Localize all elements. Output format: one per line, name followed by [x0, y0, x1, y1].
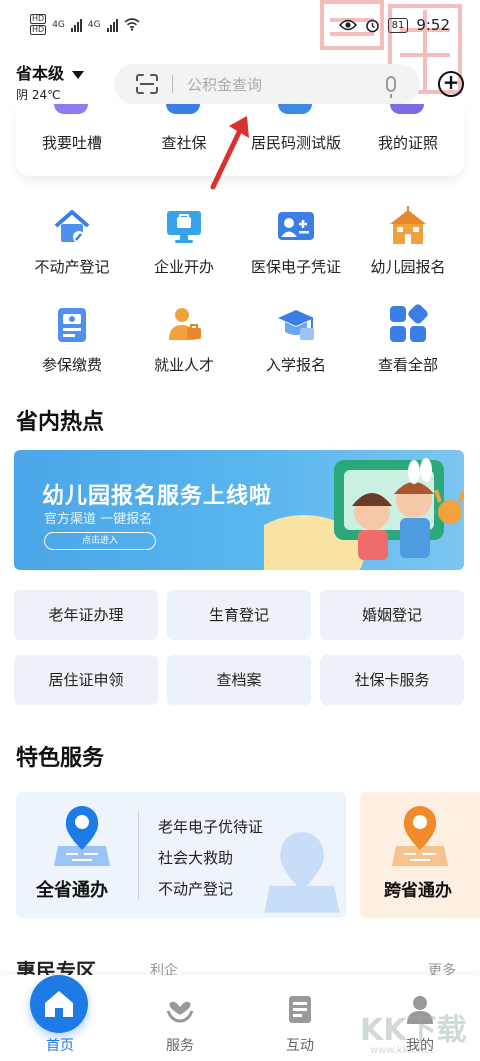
house-icon [52, 206, 92, 246]
tab-label: 首页 [46, 1038, 74, 1054]
hot-button-social-card[interactable]: 社保卡服务 [320, 655, 464, 705]
province-service-item[interactable]: 老年电子优待证 [158, 816, 263, 837]
scan-icon[interactable] [136, 74, 158, 94]
status-left: HD HD 4G 4G [30, 14, 140, 35]
cross-province-card[interactable]: 跨省通办 [360, 792, 480, 918]
search-bar[interactable]: 公积金查询 [114, 64, 420, 104]
service-label: 幼儿园报名 [370, 258, 446, 276]
microphone-icon[interactable] [386, 76, 396, 98]
banner-enter-button[interactable]: 点击进入 [44, 532, 156, 550]
battery-icon: 81 [387, 17, 409, 33]
caret-down-icon [72, 70, 85, 79]
hot-button-archive[interactable]: 查档案 [167, 655, 311, 705]
banner-subtitle: 官方渠道 一键报名 [44, 512, 153, 527]
service-employment[interactable]: 就业人才 [128, 304, 240, 375]
service-real-estate[interactable]: 不动产登记 [16, 206, 128, 277]
quick-item-complain[interactable]: 我要吐槽 [16, 132, 128, 153]
status-right: 81 9:52 [338, 16, 450, 34]
home-icon [30, 975, 88, 1033]
id-card-icon [276, 206, 316, 246]
graduation-cap-icon [276, 304, 316, 344]
section-title-hot: 省内热点 [16, 410, 105, 435]
tab-label: 服务 [166, 1038, 194, 1054]
service-hands-icon [166, 1001, 194, 1023]
clock: 9:52 [416, 16, 450, 34]
hot-button-residence-permit[interactable]: 居住证申领 [14, 655, 158, 705]
hot-button-marriage-registration[interactable]: 婚姻登记 [320, 590, 464, 640]
network-label: 4G [87, 19, 101, 30]
service-label: 参保缴费 [41, 356, 102, 374]
service-label: 就业人才 [153, 356, 214, 374]
province-service-item[interactable]: 社会大救助 [158, 847, 233, 868]
clipboard-icon [52, 304, 92, 344]
service-label: 医保电子凭证 [250, 258, 341, 276]
site-watermark: KK下载 www.kkx.net [360, 1005, 480, 1061]
service-label: 查看全部 [377, 356, 438, 374]
quick-icon-partial [390, 104, 424, 114]
hd-badge: HD [30, 14, 47, 24]
service-medical-insurance[interactable]: 医保电子凭证 [240, 206, 352, 277]
service-kindergarten[interactable]: 幼儿园报名 [352, 206, 464, 277]
service-school-enroll[interactable]: 入学报名 [240, 304, 352, 375]
banner-illustration [264, 458, 464, 570]
province-service-item[interactable]: 不动产登记 [158, 878, 233, 899]
service-business[interactable]: 企业开办 [128, 206, 240, 277]
location-map-icon [54, 806, 110, 866]
tab-interact[interactable]: 互动 [240, 975, 360, 1061]
province-wide-title: 全省通办 [36, 880, 108, 901]
watermark-url: www.kkx.net [370, 1045, 434, 1056]
eye-icon [338, 19, 357, 31]
tab-home[interactable]: 首页 [0, 975, 120, 1061]
add-icon[interactable]: + [438, 71, 464, 97]
quick-icon-partial [166, 104, 200, 114]
monitor-icon [164, 206, 204, 246]
red-arrow-annotation [210, 116, 249, 190]
school-icon [388, 206, 428, 246]
banner-title: 幼儿园报名服务上线啦 [42, 484, 273, 509]
service-label: 企业开办 [153, 258, 214, 276]
status-bar: HD HD 4G 4G 81 9:52 [0, 0, 480, 94]
wifi-icon [124, 18, 140, 31]
hot-button-elder-card[interactable]: 老年证办理 [14, 590, 158, 640]
section-title-special: 特色服务 [16, 746, 105, 771]
quick-icon-partial [278, 104, 312, 114]
search-placeholder[interactable]: 公积金查询 [187, 74, 386, 95]
weather-label: 阴 24℃ [16, 88, 61, 102]
hot-button-birth-registration[interactable]: 生育登记 [167, 590, 311, 640]
quick-item-my-licenses[interactable]: 我的证照 [352, 132, 464, 153]
quick-icon-partial [54, 104, 88, 114]
worker-icon [164, 304, 204, 344]
search-divider [172, 75, 173, 93]
grid-icon [388, 304, 428, 344]
location-label: 省本级 [16, 64, 65, 83]
network-label: 4G [52, 19, 65, 30]
province-wide-card[interactable]: 全省通办 老年电子优待证 社会大救助 不动产登记 [16, 792, 346, 918]
card-divider [138, 810, 139, 900]
service-label: 入学报名 [265, 356, 326, 374]
cross-province-title: 跨省通办 [384, 881, 452, 901]
signal-icon [106, 18, 118, 32]
location-selector[interactable]: 省本级 [16, 60, 85, 84]
tab-label: 互动 [286, 1038, 314, 1054]
service-insurance-payment[interactable]: 参保缴费 [16, 304, 128, 375]
kindergarten-banner[interactable]: 幼儿园报名服务上线啦 官方渠道 一键报名 点击进入 [14, 450, 464, 570]
quick-item-resident-code[interactable]: 居民码测试版 [240, 132, 352, 153]
map-watermark-icon [264, 832, 340, 913]
service-label: 不动产登记 [34, 258, 110, 276]
document-icon [289, 996, 311, 1023]
signal-icon [70, 18, 82, 32]
service-view-all[interactable]: 查看全部 [352, 304, 464, 375]
location-map-icon [392, 806, 448, 866]
tab-services[interactable]: 服务 [120, 975, 240, 1061]
hd-badge: HD [30, 25, 47, 35]
watermark-text: KK下载 [360, 1013, 467, 1048]
alarm-icon [365, 19, 379, 32]
